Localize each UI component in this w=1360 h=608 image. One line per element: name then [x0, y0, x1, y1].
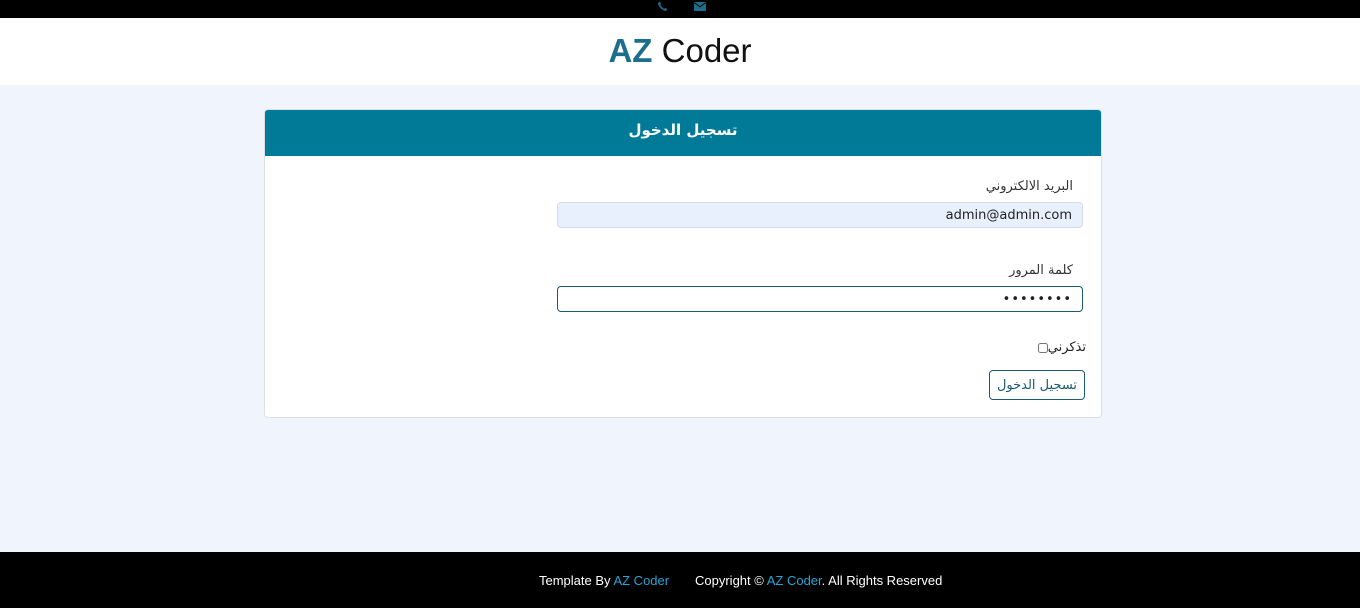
password-field[interactable] [557, 286, 1083, 312]
envelope-icon[interactable] [693, 0, 707, 12]
login-card-header: تسجيل الدخول [265, 110, 1101, 156]
login-button[interactable]: تسجيل الدخول [989, 370, 1085, 400]
login-card: تسجيل الدخول البريد الالكتروني كلمة المر… [264, 109, 1102, 418]
footer-copyright: Copyright © AZ Coder. All Rights Reserve… [695, 573, 942, 588]
footer-copyright-prefix: Copyright © [695, 573, 764, 588]
email-label: البريد الالكتروني [985, 179, 1073, 194]
footer-copyright-suffix: . All Rights Reserved [821, 573, 943, 588]
top-contact-bar [0, 0, 1360, 18]
email-field[interactable] [557, 202, 1083, 228]
footer-copyright-link[interactable]: AZ Coder [767, 573, 822, 588]
remember-checkbox[interactable] [1037, 342, 1048, 353]
logo-accent: AZ [608, 32, 653, 69]
login-title: تسجيل الدخول [628, 121, 738, 139]
logo-text: Coder [661, 32, 752, 69]
footer-template-link[interactable]: AZ Coder [613, 573, 669, 588]
password-label: كلمة المرور [1009, 263, 1073, 278]
phone-icon[interactable] [655, 0, 669, 12]
site-logo[interactable]: AZ Coder [0, 30, 1360, 72]
site-header: AZ Coder [0, 18, 1360, 85]
remember-me[interactable]: تذكرني [1037, 340, 1086, 355]
site-footer: Template By AZ Coder Copyright © AZ Code… [0, 552, 1360, 608]
footer-template-prefix: Template By [539, 573, 611, 588]
remember-label: تذكرني [1047, 340, 1086, 355]
footer-template-credit: Template By AZ Coder [539, 573, 669, 588]
